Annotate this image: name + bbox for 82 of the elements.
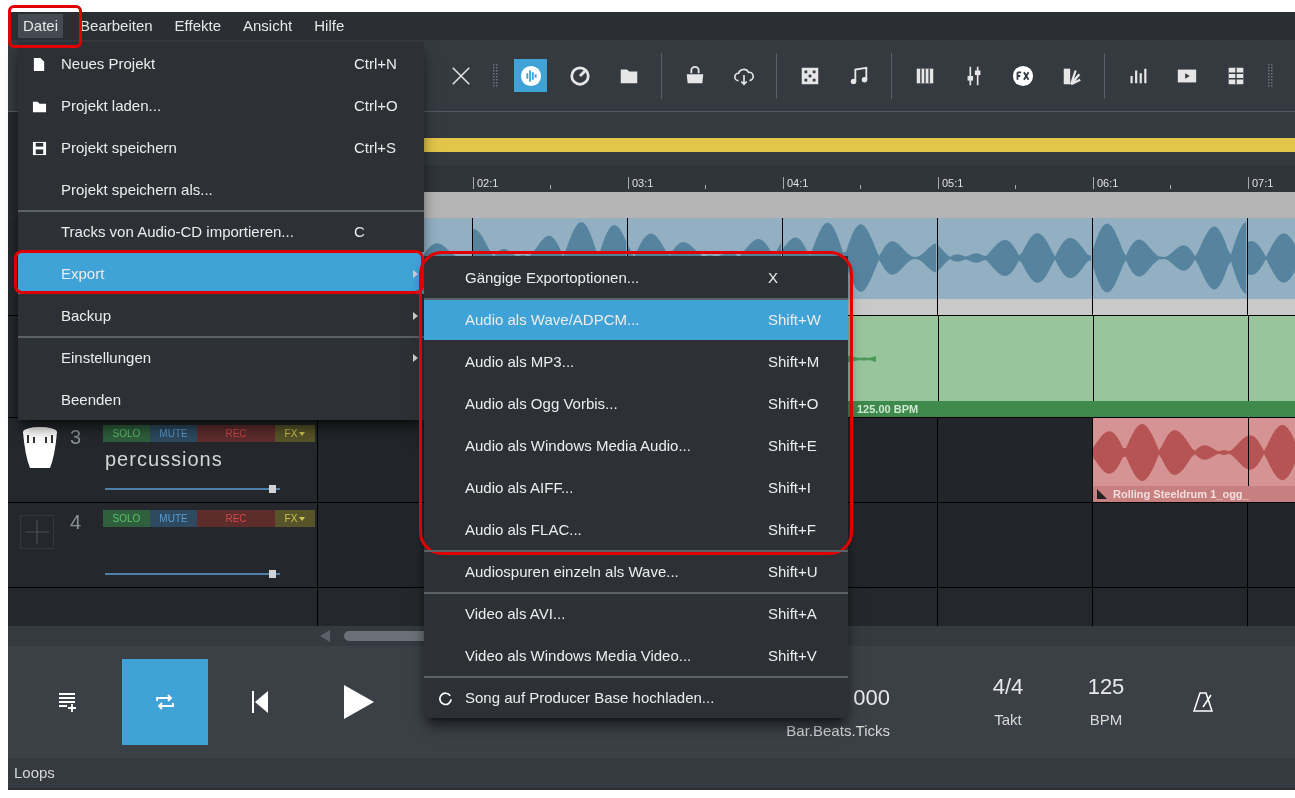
menu-item[interactable]: Backup: [18, 294, 424, 336]
menu-bar-item[interactable]: Bearbeiten: [75, 14, 158, 38]
menu-item[interactable]: Beenden: [18, 378, 424, 420]
shortcut-label: C: [354, 221, 365, 242]
menu-bar-item[interactable]: Datei: [18, 14, 64, 38]
status-text: Loops: [14, 762, 55, 783]
effects-button[interactable]: FX: [275, 425, 315, 442]
menu-item[interactable]: Audiospuren einzeln als Wave... Shift+U: [424, 550, 848, 592]
clip-label: 125.00 BPM: [857, 401, 919, 417]
ruler-label: 02:1: [473, 177, 499, 189]
menu-item[interactable]: Projekt speichern als...: [18, 168, 424, 210]
caret-icon: [299, 431, 306, 436]
time-signature-label: Takt: [994, 711, 1022, 729]
ruler-label: 04:1: [783, 177, 809, 189]
slider-thumb[interactable]: [269, 570, 276, 578]
menu-item[interactable]: Audio als FLAC... Shift+F: [424, 508, 848, 550]
time-signature: 4/4: [992, 675, 1024, 699]
sync-icon: [438, 690, 453, 706]
add-track-icon: [57, 691, 79, 713]
submenu-arrow-icon: [413, 312, 418, 320]
menu-item[interactable]: Video als Windows Media Video... Shift+V: [424, 634, 848, 676]
shortcut-label: Ctrl+S: [354, 137, 397, 158]
caret-icon: [299, 516, 306, 521]
shortcut-label: Shift+U: [768, 561, 818, 582]
ruler-label: 05:1: [938, 177, 964, 189]
shortcut-label: Shift+O: [768, 393, 819, 414]
menu-bar-item[interactable]: Effekte: [169, 14, 226, 38]
close-icon: [449, 64, 472, 87]
menu-item[interactable]: Audio als AIFF... Shift+I: [424, 466, 848, 508]
clip-corner-icon: [1097, 489, 1107, 499]
menu-item[interactable]: Neues Projekt Ctrl+N: [18, 42, 424, 84]
menu-item[interactable]: Song auf Producer Base hochladen...: [424, 676, 848, 718]
save-icon: [32, 140, 47, 156]
grip-handle-icon[interactable]: [493, 63, 498, 88]
tempo-label: BPM: [1089, 711, 1123, 729]
ruler-label: 07:1: [1248, 177, 1274, 189]
menu-item[interactable]: Gängige Exportoptionen... X: [424, 256, 848, 298]
waveform-button[interactable]: [514, 59, 547, 92]
position-format-label: Bar.Beats.Ticks: [786, 722, 890, 740]
menu-item[interactable]: Einstellungen: [18, 336, 424, 378]
audio-clip[interactable]: [1093, 218, 1248, 315]
shortcut-label: Shift+I: [768, 477, 811, 498]
ruler-label: 06:1: [1093, 177, 1119, 189]
shortcut-label: Shift+A: [768, 603, 817, 624]
menu-item[interactable]: Video als AVI... Shift+A: [424, 592, 848, 634]
skip-back-icon: [252, 691, 268, 713]
shortcut-label: Shift+E: [768, 435, 817, 456]
shortcut-label: Shift+W: [768, 309, 821, 330]
track-name: percussions: [105, 448, 223, 470]
track-number: 3: [70, 425, 82, 450]
play-icon: [344, 685, 374, 719]
submenu-arrow-icon: [413, 354, 418, 362]
shortcut-label: Shift+V: [768, 645, 817, 666]
shortcut-label: Ctrl+O: [354, 95, 398, 116]
fx-icon: [1011, 64, 1034, 87]
metronome-icon: [1191, 690, 1215, 714]
drum-icon: [22, 426, 58, 470]
menu-item[interactable]: Audio als MP3... Shift+M: [424, 340, 848, 382]
shortcut-label: Ctrl+N: [354, 53, 397, 74]
add-instrument-icon: [20, 515, 54, 549]
effects-button[interactable]: FX: [275, 510, 315, 527]
audio-clip[interactable]: [938, 218, 1093, 315]
menu-bar-item[interactable]: Hilfe: [309, 14, 350, 38]
menu-bar-item[interactable]: Ansicht: [238, 14, 298, 38]
slider-thumb[interactable]: [269, 485, 276, 493]
position-readout: 000: [853, 686, 890, 710]
clip-label: Rolling Steeldrum 1_ogg_: [1113, 486, 1249, 502]
menu-item[interactable]: Projekt speichern Ctrl+S: [18, 126, 424, 168]
document-icon: [32, 56, 47, 72]
grip-handle-icon[interactable]: [1268, 63, 1273, 88]
shortcut-label: Shift+F: [768, 519, 816, 540]
shortcut-label: X: [768, 267, 778, 288]
menu-item[interactable]: Audio als Ogg Vorbis... Shift+O: [424, 382, 848, 424]
menu-item[interactable]: Projekt laden... Ctrl+O: [18, 84, 424, 126]
track-number: 4: [70, 510, 82, 535]
shortcut-label: Shift+M: [768, 351, 820, 372]
waveform-icon: [519, 64, 542, 87]
submenu-arrow-icon: [413, 270, 418, 278]
menu-item[interactable]: Audio als Windows Media Audio... Shift+E: [424, 424, 848, 466]
ruler-label: 03:1: [628, 177, 654, 189]
knob-icon: [568, 64, 591, 87]
tempo-value: 125: [1087, 675, 1125, 699]
